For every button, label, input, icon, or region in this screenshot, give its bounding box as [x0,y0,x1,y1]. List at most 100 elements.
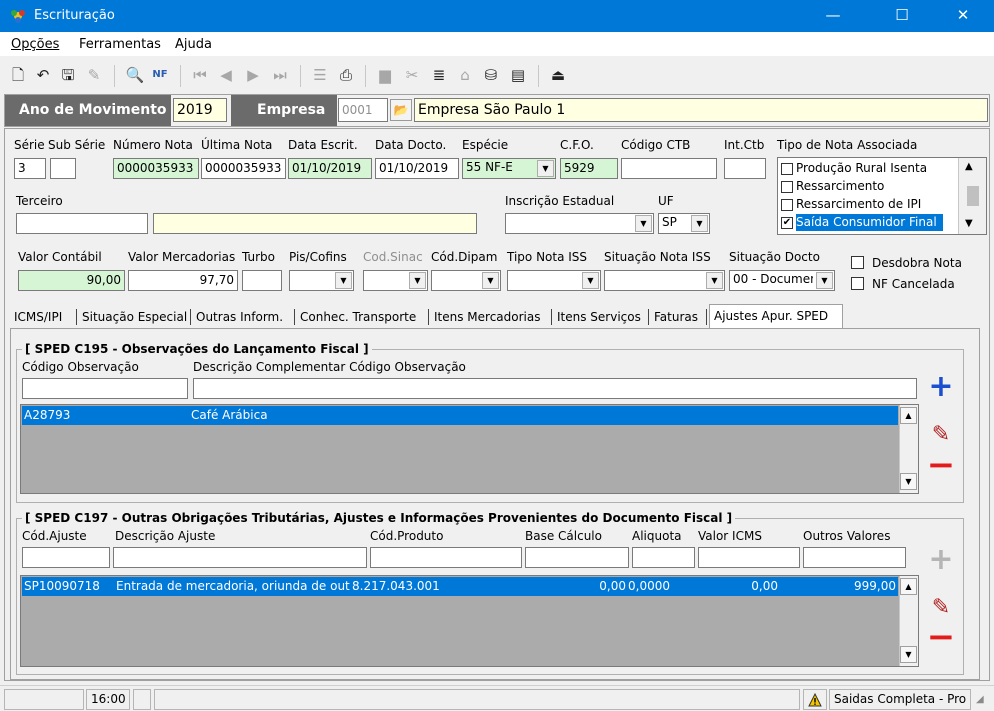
c195-grid[interactable]: A28793 Café Arábica ▲ ▼ [20,404,919,494]
valor-contabil-field[interactable]: 90,00 [18,270,125,291]
scroll-down-icon[interactable]: ▼ [900,473,917,490]
data-docto-field[interactable]: 01/10/2019 [375,158,459,179]
tipo-nota-iss-select[interactable]: ▼ [507,270,601,291]
cfo-field[interactable]: 5929 [560,158,618,179]
last-record-icon[interactable]: ⏭ [270,65,290,85]
especie-select[interactable]: 55 NF-E ▼ [462,158,556,179]
codigo-ctb-field[interactable] [621,158,717,179]
maximize-button[interactable]: ☐ [879,0,925,32]
calc-icon[interactable]: ≣ [429,65,449,85]
tab-conhec-transporte[interactable]: Conhec. Transporte [296,306,420,328]
aliquota-input[interactable] [632,547,695,568]
tab-icms-ipi[interactable]: ICMS/IPI [10,306,66,328]
close-button[interactable]: ✕ [940,0,986,32]
checkbox[interactable] [781,163,793,175]
cod-ajuste-input[interactable] [22,547,110,568]
cod-dipam-select[interactable]: ▼ [431,270,501,291]
add-icon-disabled[interactable]: + [924,545,958,577]
resize-grip-icon[interactable]: ◢ [976,694,984,705]
ano-field[interactable]: 2019 [173,98,227,122]
scroll-up-icon[interactable]: ▲ [900,578,917,595]
serie-field[interactable]: 3 [14,158,46,179]
descricao-ajuste-input[interactable] [113,547,367,568]
menu-opcoes[interactable]: Opções [11,37,59,52]
outros-valores-input[interactable] [803,547,906,568]
scroll-down-icon[interactable]: ▼ [965,218,973,229]
scroll-thumb[interactable] [967,186,979,206]
valor-mercadorias-field[interactable]: 97,70 [128,270,238,291]
minimize-button[interactable]: — [810,0,856,32]
sub-serie-field[interactable] [50,158,76,179]
tipo-nota-list[interactable]: Produção Rural Isenta Ressarcimento Ress… [777,157,987,235]
print-icon[interactable]: ⎙ [336,65,356,85]
home-icon[interactable]: ⌂ [455,65,475,85]
checkbox[interactable] [781,199,793,211]
folder-icon[interactable]: ▆ [375,65,395,85]
table-row[interactable]: A28793 Café Arábica [22,406,898,425]
cod-sinac-select[interactable]: ▼ [363,270,428,291]
nf-cancelada-checkbox[interactable] [851,277,864,290]
situacao-docto-select[interactable]: 00 - Documen ▼ [729,270,835,291]
nf-cancelada-label: NF Cancelada [872,277,955,291]
tab-outras-inform[interactable]: Outras Inform. [192,306,287,328]
especie-value: 55 NF-E [466,160,513,174]
c195-codigo-input[interactable] [22,378,188,399]
checkbox-checked[interactable]: ✔ [781,217,793,229]
chevron-down-icon: ▼ [635,215,652,232]
save-icon[interactable]: 🖫 [58,65,78,85]
empresa-code-field[interactable]: 0001 [338,98,388,122]
c195-scrollbar[interactable]: ▲ ▼ [899,405,918,493]
c197-grid[interactable]: SP10090718 Entrada de mercadoria, oriund… [20,575,919,667]
turbo-label: Turbo [242,250,276,264]
prev-record-icon[interactable]: ◀ [216,65,236,85]
coins-icon[interactable]: ⛁ [481,65,501,85]
undo-icon[interactable]: ↶ [33,65,53,85]
terceiro-field[interactable] [16,213,148,234]
cod-produto-input[interactable] [370,547,522,568]
ultima-nota-field[interactable]: 0000035933 [201,158,286,179]
list-scrollbar[interactable]: ▲ ▼ [958,158,986,234]
list-icon[interactable]: ☰ [310,65,330,85]
new-icon[interactable]: 🗋 [8,65,28,85]
tool-icon[interactable]: ✂ [402,65,422,85]
inscricao-select[interactable]: ▼ [505,213,654,234]
table-row[interactable]: SP10090718 Entrada de mercadoria, oriund… [22,577,898,596]
uf-select[interactable]: SP ▼ [658,213,710,234]
table-icon[interactable]: ▤ [508,65,528,85]
tab-ajustes-apur-sped[interactable]: Ajustes Apur. SPED [709,304,843,329]
tab-itens-mercadorias[interactable]: Itens Mercadorias [430,306,545,328]
especie-label: Espécie [462,138,509,152]
tab-itens-servicos[interactable]: Itens Serviços [553,306,645,328]
nfe-icon[interactable]: NF [150,65,170,85]
scroll-up-icon[interactable]: ▲ [965,161,973,172]
tab-situacao-especial[interactable]: Situação Especial [78,306,191,328]
turbo-field[interactable] [242,270,282,291]
pis-cofins-select[interactable]: ▼ [289,270,354,291]
c195-descricao-input[interactable] [193,378,917,399]
data-escrit-field[interactable]: 01/10/2019 [288,158,372,179]
situacao-nota-iss-select[interactable]: ▼ [604,270,725,291]
desdobra-nota-checkbox[interactable] [851,256,864,269]
numero-nota-field[interactable]: 0000035933 [113,158,199,179]
delete-icon[interactable]: ✎ [84,65,104,85]
tab-faturas[interactable]: Faturas [650,306,702,328]
open-folder-icon[interactable]: 📂 [390,99,412,121]
tipo-nota-iss-label: Tipo Nota ISS [507,250,588,264]
int-ctb-field[interactable] [724,158,766,179]
base-calculo-input[interactable] [525,547,629,568]
add-icon[interactable]: + [924,372,958,404]
terceiro-name-field [153,213,477,234]
checkbox[interactable] [781,181,793,193]
scroll-down-icon[interactable]: ▼ [900,646,917,663]
remove-icon[interactable]: − [924,620,958,656]
first-record-icon[interactable]: ⏮ [190,65,210,85]
menu-ajuda[interactable]: Ajuda [175,37,212,52]
next-record-icon[interactable]: ▶ [243,65,263,85]
menu-ferramentas[interactable]: Ferramentas [79,37,161,52]
remove-icon[interactable]: − [924,448,958,484]
preview-icon[interactable]: 🔍 [125,65,145,85]
scroll-up-icon[interactable]: ▲ [900,407,917,424]
exit-icon[interactable]: ⏏ [548,65,568,85]
c197-scrollbar[interactable]: ▲ ▼ [899,576,918,666]
valor-icms-input[interactable] [698,547,800,568]
